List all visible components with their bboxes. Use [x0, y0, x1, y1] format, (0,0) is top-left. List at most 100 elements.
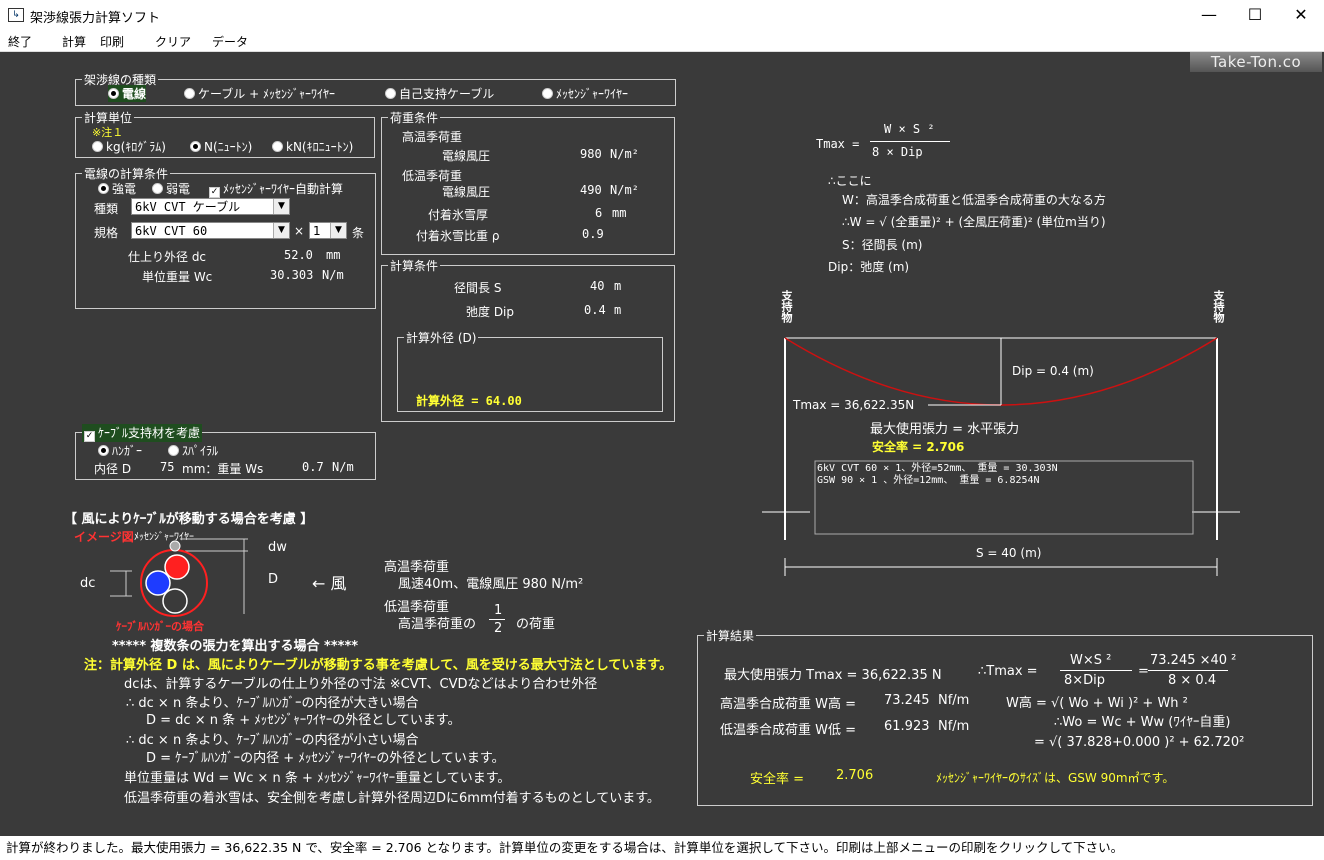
times-sign: ×	[294, 224, 305, 238]
support-weight-unit: N/m	[332, 460, 354, 474]
wire-type-option-electric[interactable]: 電線	[108, 85, 147, 102]
support-title[interactable]: ✓ ｹｰﾌﾞﾙ支持材を考慮	[82, 424, 203, 442]
formula-dip-desc: Dip：弛度 (m)	[828, 260, 910, 274]
menu-bar: 終了 計算 印刷 クリア データ	[0, 30, 1324, 52]
load-group: 荷重条件 高温季荷重 電線風圧 980 N/m² 低温季荷重 電線風圧 490 …	[381, 109, 675, 255]
radio-icon	[385, 88, 396, 99]
equals-sign: =	[1138, 664, 1149, 679]
window-title: 架渉線張力計算ソフト	[30, 11, 161, 26]
menu-exit[interactable]: 終了	[8, 33, 32, 50]
radio-icon	[184, 88, 195, 99]
tmax-annotation: Tmax = 36,622.35N	[793, 398, 915, 412]
app-icon: ↳	[8, 8, 24, 22]
note-line-3: dcは、計算するケーブルの仕上り外径の寸法 ※CVT、CVDなどはより合わせ外径	[124, 677, 598, 692]
count-select[interactable]: 1 ▼	[309, 222, 347, 239]
result-title: 計算結果	[704, 627, 757, 644]
units-option-kg[interactable]: kg(ｷﾛｸﾞﾗﾑ)	[92, 138, 166, 155]
result-messenger: ﾒｯｾﾝｼﾞｬｰﾜｲﾔｰのｻｲｽﾞは、GSW 90m㎡です。	[936, 771, 1175, 785]
units-option-kn[interactable]: kN(ｷﾛﾆｭｰﾄﾝ)	[272, 138, 353, 155]
result-f2-bar	[1148, 670, 1228, 671]
load-title: 荷重条件	[388, 109, 441, 126]
od-label: 仕上り外径 dc	[128, 250, 207, 264]
od-unit: mm	[326, 248, 341, 262]
maximize-button[interactable]: ☐	[1232, 0, 1278, 30]
note-line-7: D = ｹｰﾌﾞﾙﾊﾝｶﾞｰの内径 + ﾒｯｾﾝｼﾞｬｰﾜｲﾔｰの外径としていま…	[146, 751, 505, 766]
result-group: 計算結果 最大使用張力 Tmax = 36,622.35 N ∴Tmax = W…	[697, 627, 1313, 806]
dip-input[interactable]: 0.4	[584, 303, 606, 317]
ice-gravity-label: 付着氷雪比重 ρ	[416, 229, 500, 243]
type-select[interactable]: 6kV CVT ケーブル ▼	[131, 198, 290, 215]
radio-icon	[92, 141, 103, 152]
dip-label: 弛度 Dip	[466, 305, 515, 319]
result-f2-den: 8 × 0.4	[1168, 673, 1217, 688]
calc-title: 計算条件	[388, 257, 441, 274]
calc-od-title: 計算外径 (D)	[404, 329, 479, 346]
low-load-desc-pre: 高温季荷重の	[398, 617, 477, 632]
dip-unit: m	[614, 303, 622, 317]
spec-select[interactable]: 6kV CVT 60 ▼	[131, 222, 290, 239]
cable-illustration	[110, 538, 248, 617]
status-text: 計算が終わりました。最大使用張力 = 36,622.35 N で、安全率 = 2…	[6, 840, 1124, 855]
max-tension-label: 最大使用張力 = 水平張力	[870, 422, 1020, 437]
span-input[interactable]: 40	[590, 279, 604, 293]
result-whigh-unit: Nf/m	[938, 693, 970, 708]
result-wo-eq: ∴Wo = Wc + Ww (ﾜｲﾔｰ自重)	[1054, 715, 1231, 730]
type-label: 種類	[94, 202, 119, 216]
wire-type-option-messenger[interactable]: ﾒｯｾﾝｼﾞｬｰﾜｲﾔｰ	[542, 85, 628, 102]
weight-unit: N/m	[322, 268, 344, 282]
menu-clear[interactable]: クリア	[155, 33, 191, 50]
chevron-down-icon: ▼	[273, 223, 289, 238]
tmax-fraction-bar	[870, 141, 950, 142]
inner-value: 75	[160, 460, 175, 474]
menu-calc[interactable]: 計算	[62, 33, 86, 50]
result-whigh-value: 73.245	[884, 693, 930, 708]
support-option-spiral[interactable]: ｽﾊﾟｲﾗﾙ	[168, 442, 218, 459]
units-option-n[interactable]: N(ﾆｭｰﾄﾝ)	[190, 138, 252, 155]
auto-calc-checkbox[interactable]: ✓ ﾒｯｾﾝｼﾞｬｰﾜｲﾔｰ自動計算	[209, 180, 343, 198]
dip-annotation: Dip = 0.4 (m)	[1012, 364, 1094, 378]
result-whigh-label: 高温季合成荷重 W高 =	[720, 697, 857, 712]
minimize-button[interactable]: —	[1186, 0, 1232, 30]
result-wlow-label: 低温季合成荷重 W低 =	[720, 723, 857, 738]
note-line-1: ***** 複数条の張力を算出する場合 *****	[112, 639, 359, 654]
calc-group: 計算条件 径間長 S 40 m 弛度 Dip 0.4 m 計算外径 (D) 計算…	[381, 257, 675, 422]
result-num-eq: = √( 37.828+0.000 )² + 62.720²	[1034, 735, 1245, 750]
high-wind-unit: N/m²	[610, 147, 639, 161]
wire-type-option-self-supporting[interactable]: 自己支持ケーブル	[385, 85, 494, 102]
low-season-label: 低温季荷重	[402, 169, 463, 183]
result-tmax: 最大使用張力 Tmax = 36,622.35 N	[724, 668, 942, 683]
cable-spec-line-2: GSW 90 × 1 、外径=12mm、 重量 = 6.8254N	[817, 475, 1040, 486]
radio-icon	[98, 183, 109, 194]
radio-icon	[98, 445, 109, 456]
radio-strong-current[interactable]: 強電	[98, 180, 136, 197]
close-button[interactable]: ✕	[1278, 0, 1324, 30]
span-unit: m	[614, 279, 622, 293]
formula-w-desc: W：高温季合成荷重と低温季合成荷重の大なる方	[842, 193, 1106, 207]
result-wlow-value: 61.923	[884, 719, 930, 734]
low-wind-unit: N/m²	[610, 183, 639, 197]
formula-w-eq: ∴W = √ (全重量)² + (全風圧荷重)² (単位m当り)	[842, 215, 1106, 229]
low-wind-value: 490	[580, 183, 602, 197]
tmax-formula-num: W × S ²	[884, 122, 935, 136]
fraction-bar	[489, 619, 505, 620]
menu-print[interactable]: 印刷	[100, 33, 124, 50]
radio-weak-current[interactable]: 弱電	[152, 180, 190, 197]
result-safety-label: 安全率 =	[750, 772, 805, 787]
wire-type-option-cable-messenger[interactable]: ケーブル + ﾒｯｾﾝｼﾞｬｰﾜｲﾔｰ	[184, 85, 335, 102]
support-option-hanger[interactable]: ﾊﾝｶﾞｰ	[98, 442, 142, 459]
wire-calc-group: 電線の計算条件 強電 弱電 ✓ ﾒｯｾﾝｼﾞｬｰﾜｲﾔｰ自動計算 種類 6kV C…	[75, 165, 376, 309]
formula-where: ∴ここに	[828, 174, 872, 188]
support-left-label: 支持物	[780, 290, 793, 323]
inner-unit: mm：重量 Ws	[182, 462, 264, 476]
result-f1-bar	[1060, 670, 1132, 671]
wind-section-title: 【 風によりｹｰﾌﾞﾙが移動する場合を考慮 】	[64, 512, 314, 527]
radio-icon	[542, 88, 553, 99]
hanger-label: ｹｰﾌﾞﾙﾊﾝｶﾞｰの場合	[116, 620, 204, 633]
radio-icon	[108, 88, 119, 99]
note-line-5: D = dc × n 条 + ﾒｯｾﾝｼﾞｬｰﾜｲﾔｰの外径としています。	[146, 713, 461, 728]
support-right-label: 支持物	[1212, 290, 1225, 323]
tmax-formula-label: Tmax =	[816, 137, 860, 151]
check-icon: ✓	[84, 431, 95, 442]
menu-data[interactable]: データ	[212, 33, 248, 50]
ice-gravity-value: 0.9	[582, 227, 604, 241]
